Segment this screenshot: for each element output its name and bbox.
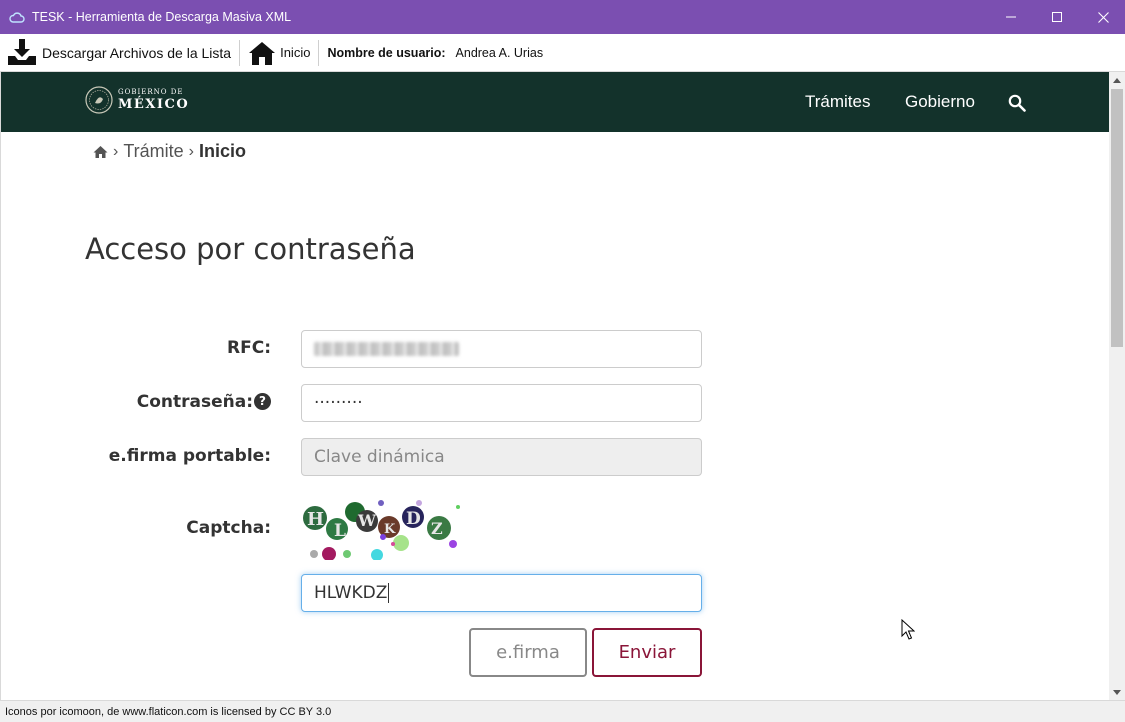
password-input[interactable]: ········· [301,384,702,422]
browser-viewport: GOBIERNO DE MÉXICO Trámites Gobierno › T… [0,72,1109,700]
user-label: Nombre de usuario: [327,45,446,60]
download-list-label: Descargar Archivos de la Lista [42,44,232,61]
cloud-icon [8,10,26,24]
enviar-button[interactable]: Enviar [592,628,702,677]
maximize-button[interactable] [1034,0,1080,34]
gobierno-logo[interactable]: GOBIERNO DE MÉXICO [85,86,189,114]
scroll-down-arrow-icon[interactable] [1109,684,1125,700]
minimize-button[interactable] [988,0,1034,34]
rfc-label: RFC: [227,338,271,358]
mouse-pointer-icon [901,619,915,640]
breadcrumb: › Trámite › Inicio [93,141,246,162]
question-circle-icon[interactable]: ? [254,393,271,410]
logo-line-1: GOBIERNO DE [118,88,184,96]
status-bar: Iconos por icomoon, de www.flaticon.com … [0,700,1125,722]
nav-tramites[interactable]: Trámites [805,72,871,132]
efirma-button[interactable]: e.firma [469,628,587,677]
window-title-bar[interactable]: TESK - Herramienta de Descarga Masiva XM… [0,0,1125,34]
user-info: Nombre de usuario: Andrea A. Urias [327,46,543,60]
close-button[interactable] [1080,0,1125,34]
toolbar-divider [318,39,320,66]
minimize-icon [1006,16,1016,18]
breadcrumb-tramite[interactable]: Trámite [123,141,183,162]
close-icon [1097,11,1109,23]
nav-gobierno[interactable]: Gobierno [905,72,975,132]
svg-text:W: W [357,511,377,530]
rfc-blurred-value [314,342,459,356]
site-header: GOBIERNO DE MÉXICO Trámites Gobierno [1,72,1109,132]
scroll-up-arrow-icon[interactable] [1109,72,1125,88]
user-name: Andrea A. Urias [455,45,544,60]
captcha-image: H L W K D Z [303,500,460,560]
rfc-input[interactable] [301,330,702,368]
efirma-portable-input[interactable]: Clave dinámica [301,438,702,476]
home-icon[interactable] [93,145,108,159]
captcha-label: Captcha: [186,518,271,538]
password-value: ········· [314,393,363,413]
efirma-portable-label: e.firma portable: [108,446,271,466]
svg-text:D: D [406,509,421,529]
captcha-input[interactable]: HLWKDZ [301,574,702,612]
window-title: TESK - Herramienta de Descarga Masiva XM… [32,10,292,24]
password-label: Contraseña: [136,392,253,412]
home-button[interactable]: Inicio [242,35,316,71]
home-icon [249,41,276,65]
text-caret [388,583,390,603]
app-toolbar: Descargar Archivos de la Lista Inicio No… [0,34,1125,72]
password-label-row: Contraseña:? [1,392,271,412]
status-text: Iconos por icomoon, de www.flaticon.com … [5,705,332,718]
captcha-input-value: HLWKDZ [314,583,388,603]
vertical-scrollbar[interactable] [1109,72,1125,700]
download-tray-icon [8,38,36,65]
breadcrumb-current: Inicio [199,141,247,161]
svg-text:K: K [384,522,396,537]
national-seal-icon [85,86,113,114]
efirma-portable-placeholder: Clave dinámica [314,447,445,467]
svg-text:H: H [307,509,324,530]
search-icon[interactable] [1008,94,1026,112]
home-label: Inicio [280,45,311,60]
svg-text:Z: Z [431,519,443,538]
chevron-right-icon: › [113,142,119,160]
svg-text:L: L [334,521,346,541]
page-title: Acceso por contraseña [85,232,416,266]
toolbar-divider [239,39,241,66]
chevron-right-icon: › [188,142,194,160]
scrollbar-thumb[interactable] [1111,89,1123,347]
download-list-button[interactable]: Descargar Archivos de la Lista [0,35,237,71]
logo-line-2: MÉXICO [118,97,190,112]
maximize-icon [1052,12,1062,22]
